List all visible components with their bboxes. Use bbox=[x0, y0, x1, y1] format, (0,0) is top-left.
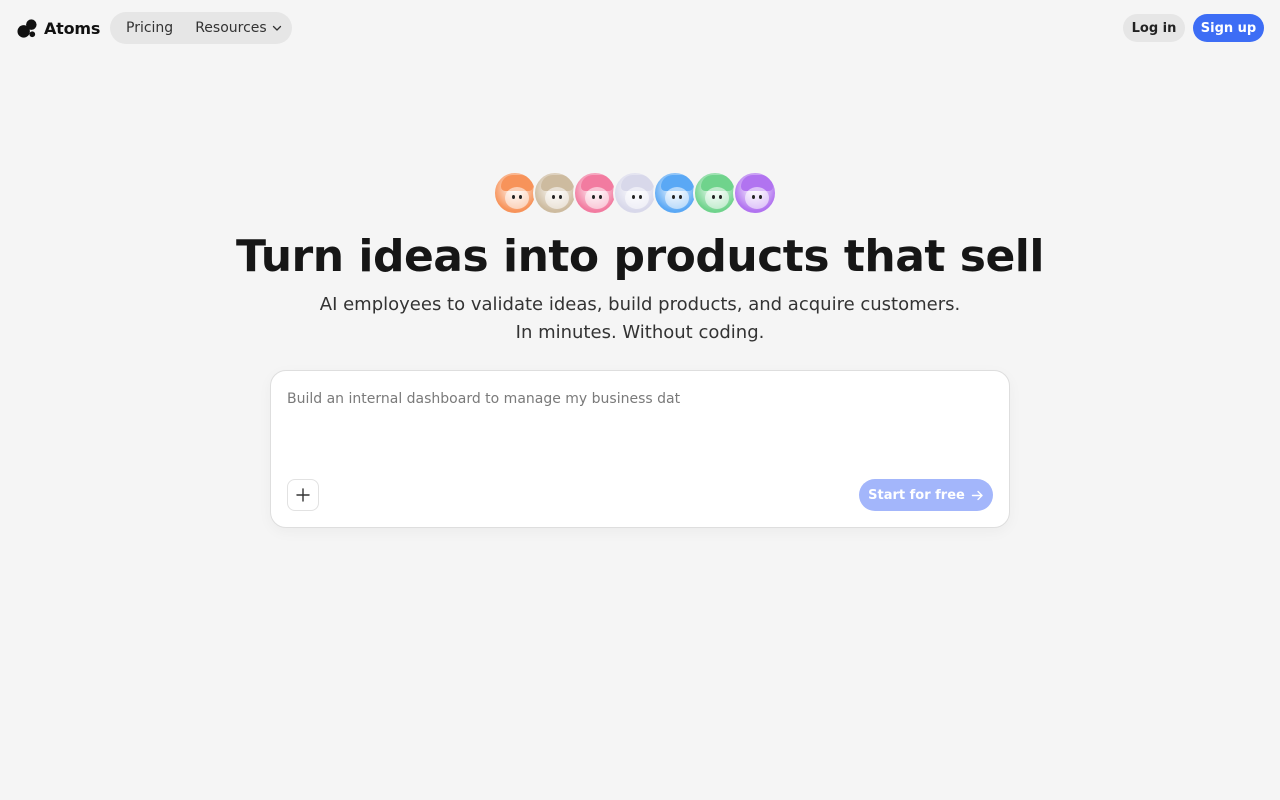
avatar-eye bbox=[719, 195, 722, 199]
avatar-eye bbox=[639, 195, 642, 199]
avatar-face bbox=[705, 187, 729, 209]
hero-subtitle-line1: AI employees to validate ideas, build pr… bbox=[319, 294, 961, 315]
avatar-eye bbox=[632, 195, 635, 199]
avatar-eye bbox=[552, 195, 555, 199]
avatar-tan bbox=[533, 171, 577, 215]
top-navigation: Atoms Pricing Resources Log in Sign up bbox=[0, 0, 1280, 56]
nav-menu: Pricing Resources bbox=[110, 12, 292, 44]
avatar-orange bbox=[493, 171, 537, 215]
avatar-blue bbox=[653, 171, 697, 215]
avatar-face bbox=[505, 187, 529, 209]
avatar-face bbox=[625, 187, 649, 209]
avatar-eye bbox=[679, 195, 682, 199]
start-button-label: Start for free bbox=[868, 487, 965, 503]
brand-logo[interactable]: Atoms bbox=[17, 17, 100, 39]
nav-resources-dropdown[interactable]: Resources bbox=[195, 20, 283, 36]
prompt-input[interactable] bbox=[287, 389, 987, 469]
nav-pricing-link[interactable]: Pricing bbox=[126, 20, 173, 36]
arrow-right-icon bbox=[971, 490, 983, 500]
avatar-eye bbox=[519, 195, 522, 199]
agent-avatars bbox=[493, 171, 777, 215]
plus-icon bbox=[296, 488, 310, 502]
brand-name: Atoms bbox=[44, 18, 101, 38]
avatar-face bbox=[745, 187, 769, 209]
avatar-purple bbox=[733, 171, 777, 215]
avatar-eye bbox=[512, 195, 515, 199]
avatar-face bbox=[665, 187, 689, 209]
hero-subtitle: AI employees to validate ideas, build pr… bbox=[0, 291, 1280, 347]
avatar-pink bbox=[573, 171, 617, 215]
chevron-down-icon bbox=[272, 25, 281, 31]
prompt-box: Start for free bbox=[270, 370, 1010, 528]
avatar-eye bbox=[759, 195, 762, 199]
signup-button[interactable]: Sign up bbox=[1193, 14, 1264, 42]
hero-title: Turn ideas into products that sell bbox=[236, 231, 1044, 282]
avatar-white bbox=[613, 171, 657, 215]
avatar-eye bbox=[592, 195, 595, 199]
atoms-logo-icon bbox=[17, 18, 37, 38]
avatar-eye bbox=[712, 195, 715, 199]
avatar-eye bbox=[672, 195, 675, 199]
login-button[interactable]: Log in bbox=[1123, 14, 1185, 42]
avatar-eye bbox=[599, 195, 602, 199]
avatar-face bbox=[545, 187, 569, 209]
avatar-eye bbox=[752, 195, 755, 199]
avatar-green bbox=[693, 171, 737, 215]
start-for-free-button[interactable]: Start for free bbox=[859, 479, 993, 511]
avatar-eye bbox=[559, 195, 562, 199]
attach-button[interactable] bbox=[287, 479, 319, 511]
avatar-face bbox=[585, 187, 609, 209]
hero-subtitle-line2: In minutes. Without coding. bbox=[515, 322, 765, 343]
nav-resources-label: Resources bbox=[195, 20, 267, 36]
